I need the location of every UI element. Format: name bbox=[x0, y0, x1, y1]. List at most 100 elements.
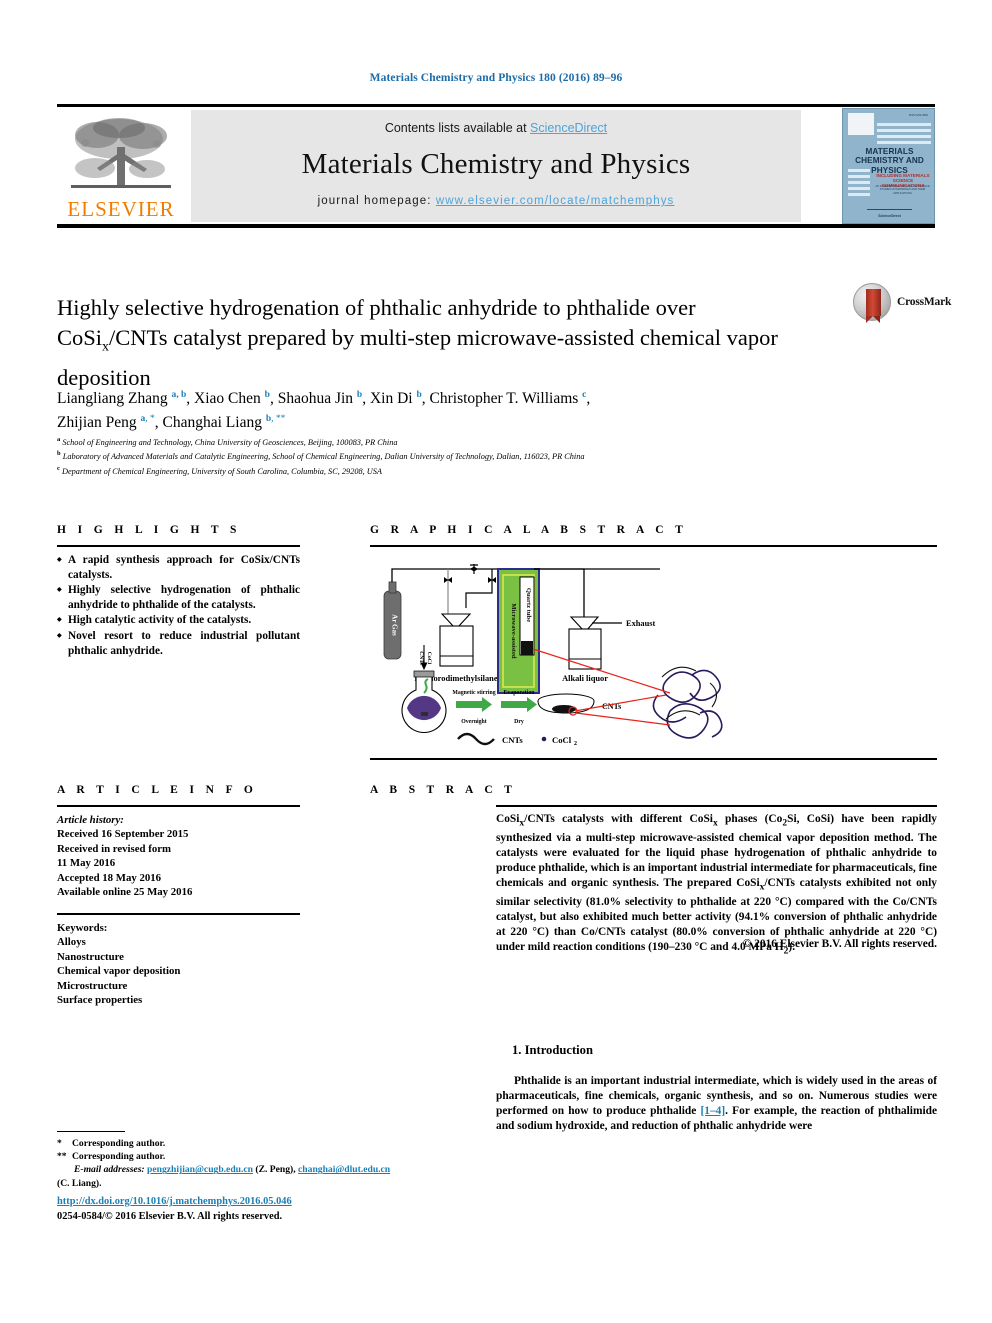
email-label: E-mail addresses: bbox=[74, 1164, 145, 1176]
affiliation-list: a School of Engineering and Technology, … bbox=[57, 434, 937, 477]
masthead-top-rule bbox=[57, 104, 935, 107]
elsevier-logo: ELSEVIER bbox=[57, 110, 185, 222]
svg-text:Quartz tube: Quartz tube bbox=[525, 588, 532, 622]
article-history: Article history: Received 16 September 2… bbox=[57, 813, 300, 899]
highlights-list: A rapid synthesis approach for CoSix/CNT… bbox=[57, 553, 300, 659]
author-2: Xiao Chen b bbox=[194, 390, 270, 408]
list-item: Novel resort to reduce industrial pollut… bbox=[57, 629, 300, 658]
author-1: Liangliang Zhang a, b bbox=[57, 390, 187, 408]
journal-cover-thumbnail: ISSN 0254-0584 MATERIALS CHEMISTRY AND P… bbox=[842, 108, 935, 224]
author-6: Zhijian Peng a, * bbox=[57, 414, 155, 432]
author-4: Xin Di b bbox=[369, 390, 422, 408]
microwave-reactor: Microwave-assisted Quartz tube bbox=[497, 568, 540, 694]
crossmark-badge[interactable]: CrossMark bbox=[853, 283, 951, 325]
history-item: Accepted 18 May 2016 bbox=[57, 871, 162, 884]
abstract-copyright: © 2016 Elsevier B.V. All rights reserved… bbox=[742, 938, 937, 950]
introduction-paragraph: Phthalide is an important industrial int… bbox=[496, 1074, 937, 1134]
ar-gas-cylinder: Ar Gas bbox=[383, 581, 402, 660]
cover-bars bbox=[877, 123, 931, 147]
issn-copyright: 0254-0584/© 2016 Elsevier B.V. All right… bbox=[57, 1211, 283, 1222]
figure-legend: CNTs CoCl 2 bbox=[457, 732, 577, 747]
contents-line: Contents lists available at ScienceDirec… bbox=[191, 110, 801, 135]
keyword-item: Nanostructure bbox=[57, 950, 124, 963]
keyword-item: Alloys bbox=[57, 936, 86, 949]
elsevier-tree-icon bbox=[71, 118, 171, 188]
cnt-cluster bbox=[652, 669, 723, 739]
history-item: Available online 25 May 2016 bbox=[57, 886, 193, 899]
crossmark-label: CrossMark bbox=[897, 296, 952, 308]
svg-text:2: 2 bbox=[574, 741, 577, 747]
corresponding-author-1: * Corresponding author. bbox=[57, 1138, 166, 1149]
svg-text:CoCl: CoCl bbox=[552, 735, 572, 745]
author-3: Shaohua Jin b bbox=[277, 390, 363, 408]
journal-title: Materials Chemistry and Physics bbox=[301, 148, 691, 180]
journal-homepage-line: journal homepage: www.elsevier.com/locat… bbox=[191, 195, 801, 207]
keyword-item: Surface properties bbox=[57, 994, 143, 1007]
svg-text:Dry: Dry bbox=[514, 719, 524, 725]
affiliation-b-text: Laboratory of Advanced Materials and Cat… bbox=[62, 452, 585, 462]
cover-title: MATERIALS CHEMISTRY AND PHYSICS bbox=[855, 147, 924, 175]
masthead-banner: Contents lists available at ScienceDirec… bbox=[191, 110, 801, 222]
cover-footer: ScienceDirect bbox=[878, 214, 901, 218]
alkali-liquor-vessel bbox=[568, 616, 602, 670]
process-arrow-2: Evaporation Dry bbox=[501, 690, 537, 725]
author-7: Changhai Liang b, ** bbox=[162, 414, 286, 432]
affiliation-c: c Department of Chemical Engineering, Un… bbox=[57, 464, 382, 476]
doi-link[interactable]: http://dx.doi.org/10.1016/j.matchemphys.… bbox=[57, 1196, 292, 1207]
introduction-heading: 1. Introduction bbox=[512, 1043, 593, 1057]
synthesis-schematic: Ar Gas Dichlorodimethylsilane Microwave-… bbox=[383, 564, 723, 747]
corresponding-author-2: ** Corresponding author. bbox=[57, 1151, 166, 1163]
history-item: Received in revised form bbox=[57, 842, 172, 855]
journal-masthead: ELSEVIER Contents lists available at Sci… bbox=[57, 104, 935, 228]
graphical-abstract-bottom-rule bbox=[370, 758, 937, 760]
email-line: E-mail addresses: pengzhijian@cugb.edu.c… bbox=[57, 1163, 500, 1189]
svg-text:Overnight: Overnight bbox=[461, 719, 487, 725]
svg-text:CoCl: CoCl bbox=[426, 652, 432, 665]
affiliation-b: b Laboratory of Advanced Materials and C… bbox=[57, 450, 585, 462]
cover-note: AN INTERNATIONAL JOURNAL OF SCIENCE STUD… bbox=[875, 185, 930, 195]
corresponding-2-text: Corresponding author. bbox=[72, 1151, 166, 1163]
svg-text:Ar Gas: Ar Gas bbox=[391, 614, 399, 636]
keywords-list: Keywords: Alloys Nanostructure Chemical … bbox=[57, 921, 300, 1007]
history-label: Article history: bbox=[57, 814, 124, 826]
sciencedirect-link[interactable]: ScienceDirect bbox=[530, 121, 607, 135]
history-item: 11 May 2016 bbox=[57, 857, 116, 870]
evaporating-dish bbox=[537, 693, 595, 714]
svg-text:Evaporation: Evaporation bbox=[504, 690, 536, 696]
author-list: Liangliang Zhang a, b, Xiao Chen b, Shao… bbox=[57, 390, 591, 432]
email-link-1[interactable]: pengzhijian@cugb.edu.cn bbox=[147, 1164, 253, 1175]
email-1-owner: (Z. Peng), bbox=[255, 1164, 296, 1176]
article-info-rule bbox=[57, 805, 300, 807]
highlights-rule bbox=[57, 545, 300, 547]
citation-link[interactable]: [1–4] bbox=[700, 1105, 725, 1117]
abstract-text: CoSix/CNTs catalysts with different CoSi… bbox=[496, 813, 937, 957]
cover-footer-rule bbox=[867, 209, 912, 210]
affiliation-a: a School of Engineering and Technology, … bbox=[57, 436, 398, 447]
email-link-2[interactable]: changhai@dlut.edu.cn bbox=[298, 1164, 390, 1175]
exhaust-label: Exhaust bbox=[626, 619, 656, 628]
page-title: Highly selective hydrogenation of phthal… bbox=[57, 295, 778, 390]
journal-homepage-link[interactable]: www.elsevier.com/locate/matchemphys bbox=[436, 195, 675, 207]
graphical-abstract-rule bbox=[370, 545, 937, 547]
author-5: Christopher T. Williams c bbox=[429, 390, 587, 408]
keywords-label: Keywords: bbox=[57, 922, 108, 934]
corresponding-1-text: Corresponding author. bbox=[72, 1138, 166, 1149]
article-info-heading: A R T I C L E I N F O bbox=[57, 784, 258, 796]
bubbler-vessel bbox=[439, 613, 474, 667]
keyword-item: Chemical vapor deposition bbox=[57, 965, 181, 978]
keywords-rule bbox=[57, 913, 300, 915]
graphical-abstract-heading: G R A P H I C A L A B S T R A C T bbox=[370, 524, 688, 536]
process-arrow-1: Magnetic stirring Overnight bbox=[452, 690, 495, 725]
keyword-item: Microstructure bbox=[57, 979, 128, 992]
footnote-rule bbox=[57, 1131, 125, 1132]
svg-text:CNTs: CNTs bbox=[418, 651, 424, 665]
highlights-heading: H I G H L I G H T S bbox=[57, 524, 241, 536]
cover-publisher-mark bbox=[848, 113, 874, 135]
list-item: Highly selective hydrogenation of phthal… bbox=[57, 583, 300, 612]
svg-text:Microwave-assisted: Microwave-assisted bbox=[510, 603, 517, 659]
email-2-owner: (C. Liang). bbox=[57, 1177, 102, 1189]
article-page: Materials Chemistry and Physics 180 (201… bbox=[0, 0, 992, 1323]
list-item: High catalytic activity of the catalysts… bbox=[57, 613, 300, 628]
crossmark-icon bbox=[853, 283, 891, 323]
affiliation-c-text: Department of Chemical Engineering, Univ… bbox=[61, 466, 382, 476]
